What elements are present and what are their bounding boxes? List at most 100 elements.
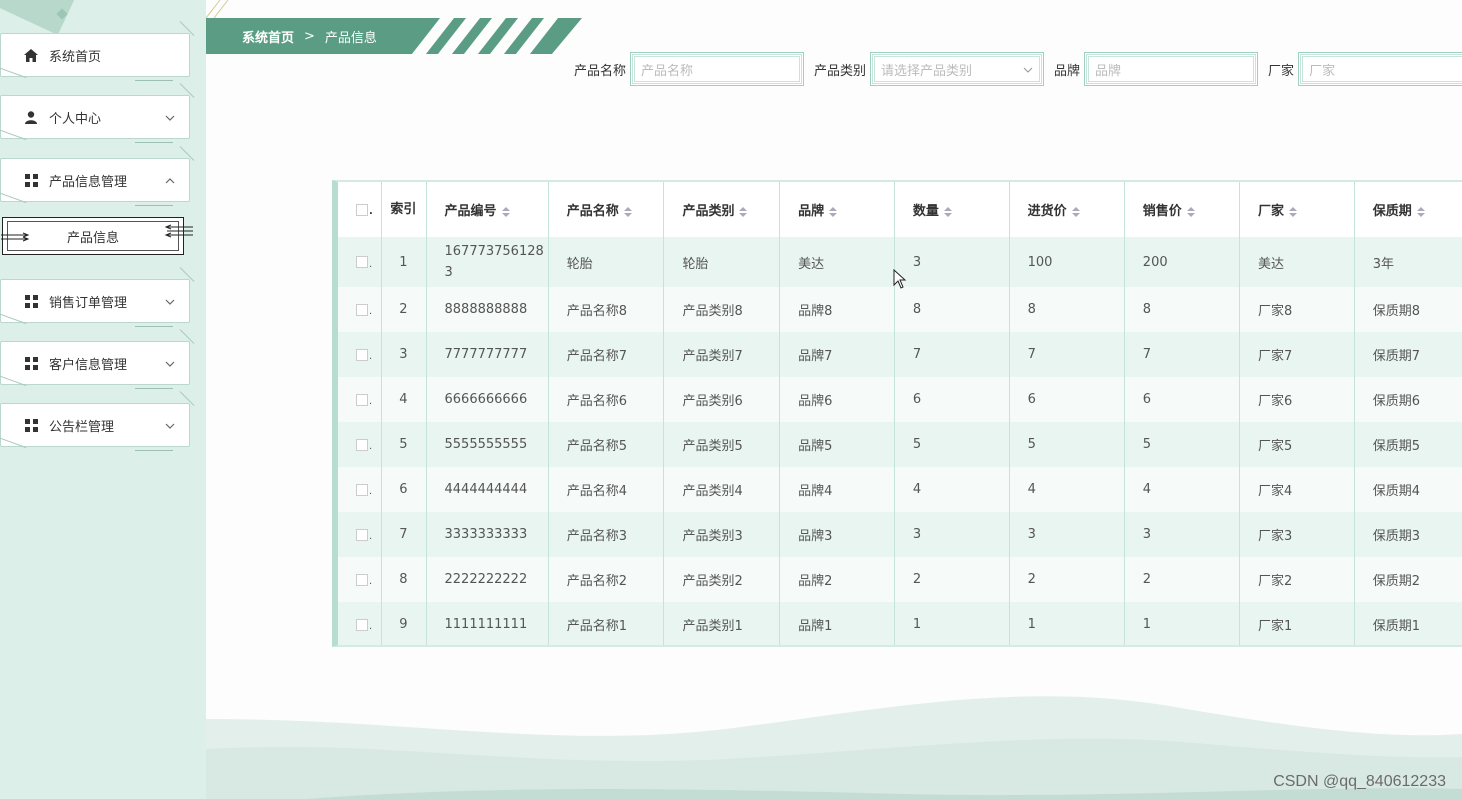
cell-price: 8 bbox=[1124, 287, 1241, 332]
sidebar-item-sales-orders[interactable]: 销售订单管理 bbox=[0, 279, 190, 327]
chevron-down-icon bbox=[165, 357, 175, 370]
row-checkbox[interactable]: . bbox=[338, 602, 383, 645]
sidebar-subitem-product-info[interactable]: 产品信息 bbox=[1, 217, 193, 255]
sort-icon[interactable] bbox=[501, 206, 510, 217]
cell-name: 产品名称2 bbox=[548, 557, 665, 602]
table-row[interactable]: . 5 5555555555 产品名称5 产品类别5 品牌5 5 5 5 厂家5 保质期5 bbox=[338, 422, 1462, 467]
cell-price: 7 bbox=[1124, 332, 1241, 377]
column-header-brand[interactable]: 品牌 bbox=[779, 182, 895, 237]
sidebar-item-label: 产品信息管理 bbox=[49, 174, 128, 190]
cell-manufacturer: 厂家2 bbox=[1239, 557, 1355, 602]
cell-code: 4444444444 bbox=[426, 467, 549, 512]
cell-brand: 品牌4 bbox=[779, 467, 895, 512]
cell-index: 7 bbox=[381, 512, 427, 557]
cell-name: 产品名称4 bbox=[548, 467, 665, 512]
row-checkbox[interactable]: . bbox=[338, 557, 383, 602]
cell-price: 6 bbox=[1124, 377, 1241, 422]
breadcrumb-separator: > bbox=[304, 28, 315, 44]
table-row[interactable]: . 8 2222222222 产品名称2 产品类别2 品牌2 2 2 2 厂家2 保质期2 bbox=[338, 557, 1462, 602]
column-header-cost[interactable]: 进货价 bbox=[1009, 182, 1125, 237]
cell-shelf-life: 保质期6 bbox=[1354, 377, 1462, 422]
grid-icon bbox=[24, 294, 38, 308]
cell-quantity: 2 bbox=[894, 557, 1010, 602]
arrow-left-icon bbox=[164, 224, 193, 238]
sidebar-item-customers[interactable]: 客户信息管理 bbox=[0, 341, 190, 389]
cell-code: 8888888888 bbox=[426, 287, 549, 332]
cell-manufacturer: 厂家3 bbox=[1239, 512, 1355, 557]
table-row[interactable]: . 2 8888888888 产品名称8 产品类别8 品牌8 8 8 8 厂家8 保质期8 bbox=[338, 287, 1462, 332]
manufacturer-label: 厂家 bbox=[1268, 63, 1295, 79]
sort-icon[interactable] bbox=[739, 206, 748, 217]
column-header-name[interactable]: 产品名称 bbox=[548, 182, 665, 237]
product-name-label: 产品名称 bbox=[574, 63, 627, 79]
sort-icon[interactable] bbox=[829, 206, 838, 217]
product-name-input[interactable]: 产品名称 bbox=[630, 52, 805, 86]
sort-icon[interactable] bbox=[623, 206, 632, 217]
table-row[interactable]: . 9 1111111111 产品名称1 产品类别1 品牌1 1 1 1 厂家1 保质期1 bbox=[338, 602, 1462, 645]
home-icon bbox=[24, 48, 38, 62]
cell-manufacturer: 厂家5 bbox=[1239, 422, 1355, 467]
cell-manufacturer: 厂家6 bbox=[1239, 377, 1355, 422]
row-checkbox[interactable]: . bbox=[338, 467, 383, 512]
cell-cost: 7 bbox=[1009, 332, 1125, 377]
cell-category: 产品类别7 bbox=[663, 332, 781, 377]
sort-icon[interactable] bbox=[943, 206, 952, 217]
row-checkbox[interactable]: . bbox=[338, 287, 383, 332]
sort-icon[interactable] bbox=[1289, 206, 1298, 217]
sidebar-item-notices[interactable]: 公告栏管理 bbox=[0, 403, 190, 451]
sort-icon[interactable] bbox=[1416, 206, 1425, 217]
cell-name: 产品名称3 bbox=[548, 512, 665, 557]
cell-index: 8 bbox=[381, 557, 427, 602]
brand-input[interactable]: 品牌 bbox=[1084, 52, 1259, 86]
table-row[interactable]: . 6 4444444444 产品名称4 产品类别4 品牌4 4 4 4 厂家4 保质期4 bbox=[338, 467, 1462, 512]
row-checkbox[interactable]: . bbox=[338, 237, 383, 287]
cell-index: 3 bbox=[381, 332, 427, 377]
chevron-down-icon bbox=[165, 111, 175, 124]
sidebar-item-home[interactable]: 系统首页 bbox=[0, 33, 190, 81]
product-category-label: 产品类别 bbox=[814, 63, 867, 79]
column-header-manufacturer[interactable]: 厂家 bbox=[1239, 182, 1355, 237]
product-category-select[interactable]: 请选择产品类别 bbox=[870, 52, 1045, 86]
cell-manufacturer: 厂家7 bbox=[1239, 332, 1355, 377]
column-header-shelf-life[interactable]: 保质期 bbox=[1354, 182, 1462, 237]
cell-brand: 品牌7 bbox=[779, 332, 895, 377]
column-header-category[interactable]: 产品类别 bbox=[663, 182, 781, 237]
cell-manufacturer: 厂家4 bbox=[1239, 467, 1355, 512]
cell-manufacturer: 厂家1 bbox=[1239, 602, 1355, 645]
sidebar-item-label: 公告栏管理 bbox=[49, 419, 115, 435]
sidebar-item-personal-center[interactable]: 个人中心 bbox=[0, 95, 190, 143]
sidebar-item-label: 客户信息管理 bbox=[49, 357, 128, 373]
manufacturer-input[interactable]: 厂家 bbox=[1298, 52, 1462, 86]
cell-code: 2222222222 bbox=[426, 557, 549, 602]
row-checkbox[interactable]: . bbox=[338, 332, 383, 377]
select-all-checkbox[interactable]: . bbox=[338, 182, 383, 237]
cell-name: 产品名称5 bbox=[548, 422, 665, 467]
cell-shelf-life: 3年 bbox=[1354, 237, 1462, 287]
table-row[interactable]: . 4 6666666666 产品名称6 产品类别6 品牌6 6 6 6 厂家6 保质期6 bbox=[338, 377, 1462, 422]
sidebar-item-product-management[interactable]: 产品信息管理 bbox=[0, 158, 190, 206]
column-header-code[interactable]: 产品编号 bbox=[426, 182, 549, 237]
cell-price: 4 bbox=[1124, 467, 1241, 512]
cell-brand: 品牌5 bbox=[779, 422, 895, 467]
sidebar-item-label: 系统首页 bbox=[49, 49, 102, 65]
row-checkbox[interactable]: . bbox=[338, 422, 383, 467]
cell-name: 产品名称1 bbox=[548, 602, 665, 645]
row-checkbox[interactable]: . bbox=[338, 377, 383, 422]
column-header-price[interactable]: 销售价 bbox=[1124, 182, 1241, 237]
sort-icon[interactable] bbox=[1071, 206, 1080, 217]
table-row[interactable]: . 3 7777777777 产品名称7 产品类别7 品牌7 7 7 7 厂家7 保质期7 bbox=[338, 332, 1462, 377]
table-header-row: . 索引 产品编号 产品名称 产品类别 品牌 数量 进货价 销售价 厂家 保质期 bbox=[338, 182, 1462, 237]
table-row[interactable]: . 7 3333333333 产品名称3 产品类别3 品牌3 3 3 3 厂家3 保质期3 bbox=[338, 512, 1462, 557]
sort-icon[interactable] bbox=[1186, 206, 1195, 217]
cell-quantity: 1 bbox=[894, 602, 1010, 645]
breadcrumb: 系统首页 > 产品信息 bbox=[206, 18, 582, 54]
cell-category: 产品类别5 bbox=[663, 422, 781, 467]
cell-brand: 品牌8 bbox=[779, 287, 895, 332]
breadcrumb-home[interactable]: 系统首页 bbox=[242, 27, 294, 46]
column-header-quantity[interactable]: 数量 bbox=[894, 182, 1010, 237]
cell-quantity: 5 bbox=[894, 422, 1010, 467]
row-checkbox[interactable]: . bbox=[338, 512, 383, 557]
cell-brand: 品牌3 bbox=[779, 512, 895, 557]
cell-cost: 100 bbox=[1009, 237, 1125, 287]
cell-cost: 5 bbox=[1009, 422, 1125, 467]
